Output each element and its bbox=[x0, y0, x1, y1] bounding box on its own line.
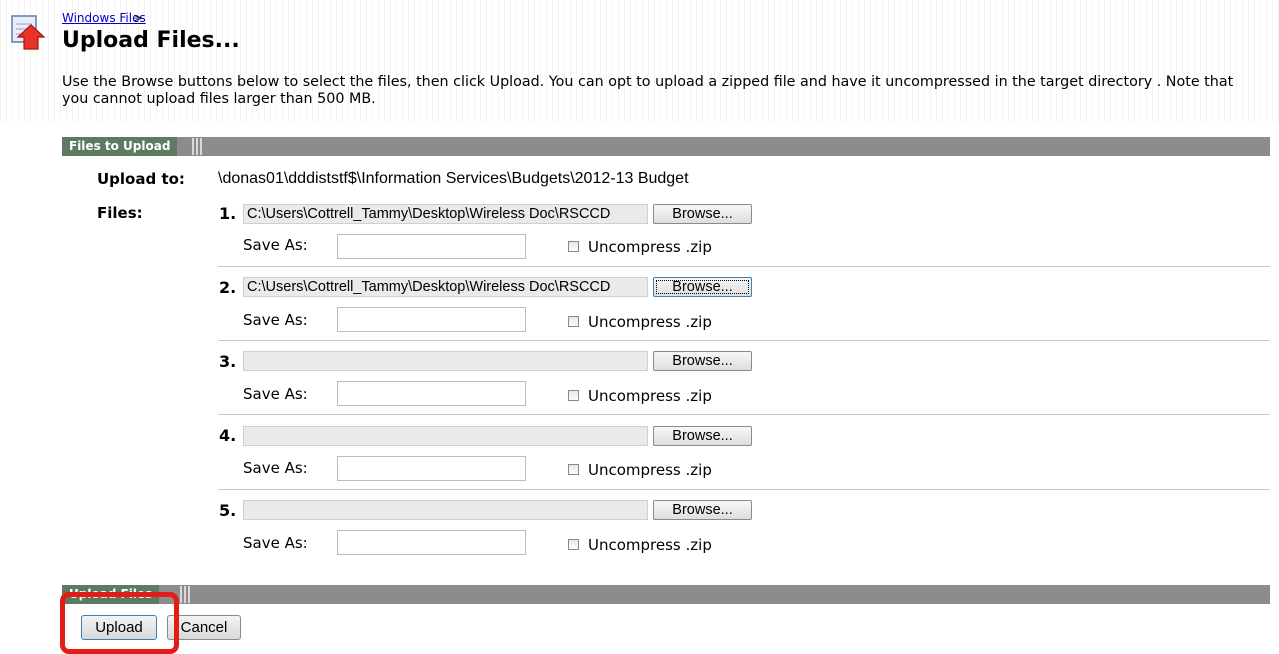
save-as-input-2[interactable] bbox=[337, 307, 526, 332]
tab-separator bbox=[178, 585, 194, 604]
uncompress-checkbox-4[interactable] bbox=[568, 464, 579, 475]
page-title: Upload Files... bbox=[62, 28, 240, 53]
files-to-upload-bar: Files to Upload bbox=[62, 137, 1270, 156]
uncompress-label: Uncompress .zip bbox=[588, 387, 712, 405]
file-row-number: 5. bbox=[219, 501, 237, 520]
file-path-input-4[interactable] bbox=[243, 426, 648, 446]
files-to-upload-tab: Files to Upload bbox=[62, 137, 178, 156]
file-row-number: 4. bbox=[219, 426, 237, 445]
browse-button-3[interactable]: Browse... bbox=[653, 351, 752, 371]
upload-files-bar: Upload Files bbox=[62, 585, 1270, 604]
row-divider bbox=[218, 414, 1270, 415]
upload-button[interactable]: Upload bbox=[81, 615, 157, 640]
save-as-label: Save As: bbox=[243, 534, 308, 552]
save-as-input-1[interactable] bbox=[337, 234, 526, 259]
save-as-input-3[interactable] bbox=[337, 381, 526, 406]
browse-button-1[interactable]: Browse... bbox=[653, 204, 752, 224]
save-as-input-5[interactable] bbox=[337, 530, 526, 555]
file-row-number: 3. bbox=[219, 352, 237, 371]
breadcrumb-separator: > bbox=[133, 11, 144, 25]
file-path-input-2[interactable]: C:\Users\Cottrell_Tammy\Desktop\Wireless… bbox=[243, 277, 648, 297]
uncompress-label: Uncompress .zip bbox=[588, 461, 712, 479]
save-as-label: Save As: bbox=[243, 236, 308, 254]
file-path-input-5[interactable] bbox=[243, 500, 648, 520]
uncompress-checkbox-3[interactable] bbox=[568, 390, 579, 401]
uncompress-checkbox-1[interactable] bbox=[568, 241, 579, 252]
browse-button-5[interactable]: Browse... bbox=[653, 500, 752, 520]
tab-separator bbox=[190, 137, 206, 156]
save-as-label: Save As: bbox=[243, 459, 308, 477]
uncompress-checkbox-5[interactable] bbox=[568, 539, 579, 550]
row-divider bbox=[218, 340, 1270, 341]
row-divider bbox=[218, 489, 1270, 490]
save-as-input-4[interactable] bbox=[337, 456, 526, 481]
save-as-label: Save As: bbox=[243, 385, 308, 403]
file-path-input-3[interactable] bbox=[243, 351, 648, 371]
cancel-button[interactable]: Cancel bbox=[167, 615, 241, 640]
browse-button-4[interactable]: Browse... bbox=[653, 426, 752, 446]
uncompress-label: Uncompress .zip bbox=[588, 313, 712, 331]
file-row-number: 1. bbox=[219, 204, 237, 223]
upload-to-label: Upload to: bbox=[97, 170, 185, 188]
row-divider bbox=[218, 266, 1270, 267]
instructions-text: Use the Browse buttons below to select t… bbox=[62, 74, 1234, 107]
upload-folder-icon bbox=[11, 15, 46, 50]
uncompress-label: Uncompress .zip bbox=[588, 238, 712, 256]
uncompress-label: Uncompress .zip bbox=[588, 536, 712, 554]
file-row-number: 2. bbox=[219, 278, 237, 297]
save-as-label: Save As: bbox=[243, 311, 308, 329]
uncompress-checkbox-2[interactable] bbox=[568, 316, 579, 327]
files-label: Files: bbox=[97, 204, 143, 222]
file-path-input-1[interactable]: C:\Users\Cottrell_Tammy\Desktop\Wireless… bbox=[243, 204, 648, 224]
browse-button-2[interactable]: Browse... bbox=[653, 277, 752, 297]
upload-files-tab: Upload Files bbox=[62, 585, 160, 604]
upload-to-path: \donas01\dddiststf$\Information Services… bbox=[218, 170, 689, 187]
